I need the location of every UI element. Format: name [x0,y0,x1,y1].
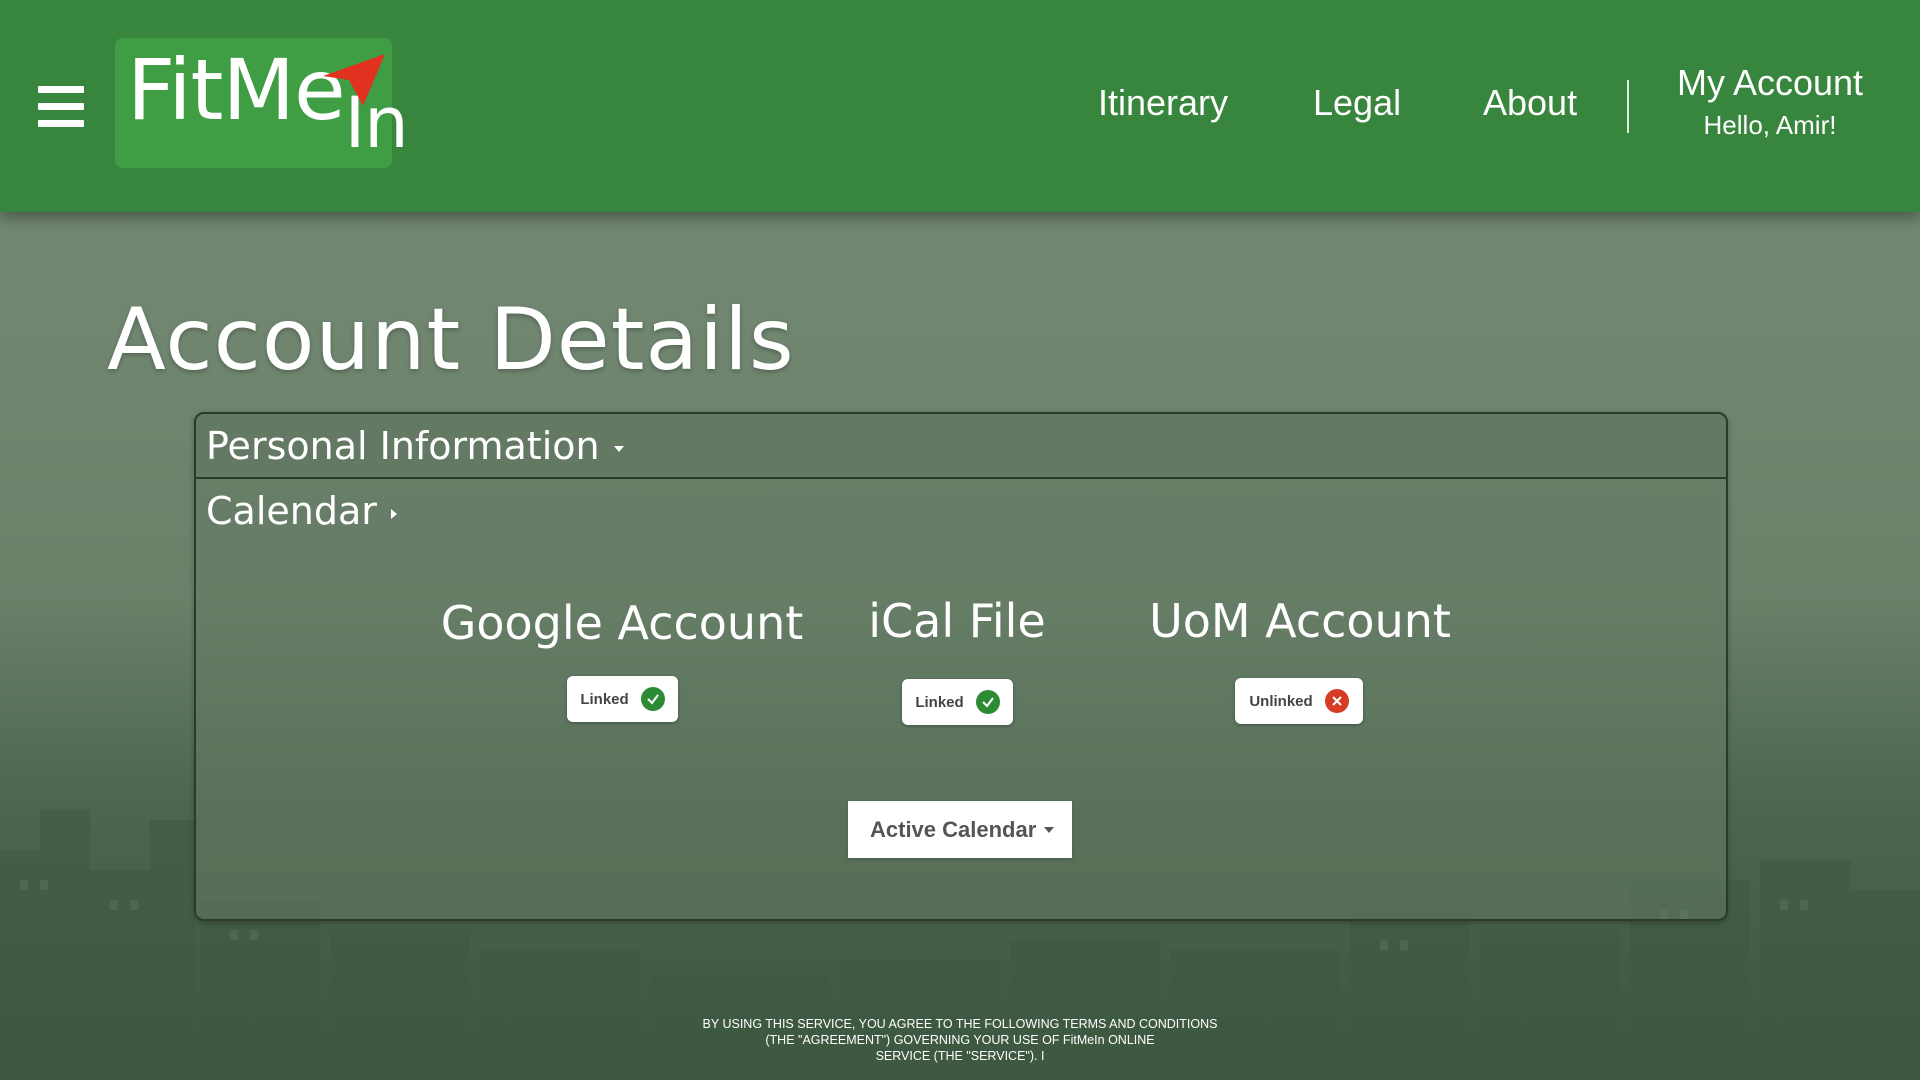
section-personal-information[interactable]: Personal Information [196,414,1726,479]
google-account-status-button[interactable]: Linked [567,676,678,722]
nav-itinerary[interactable]: Itinerary [1098,82,1228,124]
ical-file-column: iCal File [860,594,1054,648]
section-label: Personal Information [206,424,624,468]
nav-legal[interactable]: Legal [1313,82,1401,124]
fitmein-logo[interactable]: FitMeIn [115,38,409,168]
status-label: Linked [580,690,629,708]
nav-divider [1627,80,1629,133]
section-calendar[interactable]: Calendar [196,479,1726,542]
hamburger-menu-icon[interactable] [38,86,84,128]
paper-plane-arrow-icon [323,54,385,106]
uom-account-status-button[interactable]: Unlinked [1235,678,1363,724]
google-account-title: Google Account [440,596,804,650]
caret-down-icon [613,445,624,452]
section-label: Calendar [206,489,397,533]
check-icon [975,690,1000,714]
caret-right-icon [390,508,397,519]
terms-footer: BY USING THIS SERVICE, YOU AGREE TO THE … [620,1016,1300,1064]
my-account-label: My Account [1676,62,1864,103]
check-icon [640,687,665,711]
terms-line: SERVICE (THE "SERVICE"). I [875,1049,1045,1063]
caret-down-icon [1044,827,1054,833]
active-calendar-dropdown[interactable]: Active Calendar [848,801,1072,858]
user-greeting: Hello, Amir! [1703,110,1837,140]
nav-about[interactable]: About [1483,82,1577,124]
uom-account-title: UoM Account [1149,594,1451,648]
google-account-column: Google Account [430,596,814,650]
page-title: Account Details [107,290,795,390]
my-account-menu[interactable]: My Account Hello, Amir! [1660,62,1880,141]
close-icon [1324,689,1349,713]
ical-file-status-button[interactable]: Linked [902,679,1013,725]
dropdown-label: Active Calendar [870,816,1037,842]
status-label: Linked [915,693,964,711]
status-label: Unlinked [1249,692,1313,710]
terms-line: BY USING THIS SERVICE, YOU AGREE TO THE … [702,1017,1218,1031]
terms-line: (THE "AGREEMENT") GOVERNING YOUR USE OF … [765,1033,1155,1047]
ical-file-title: iCal File [868,594,1046,648]
uom-account-column: UoM Account [1140,594,1460,648]
top-navbar: FitMeIn Itinerary Legal About My Account… [0,0,1920,212]
